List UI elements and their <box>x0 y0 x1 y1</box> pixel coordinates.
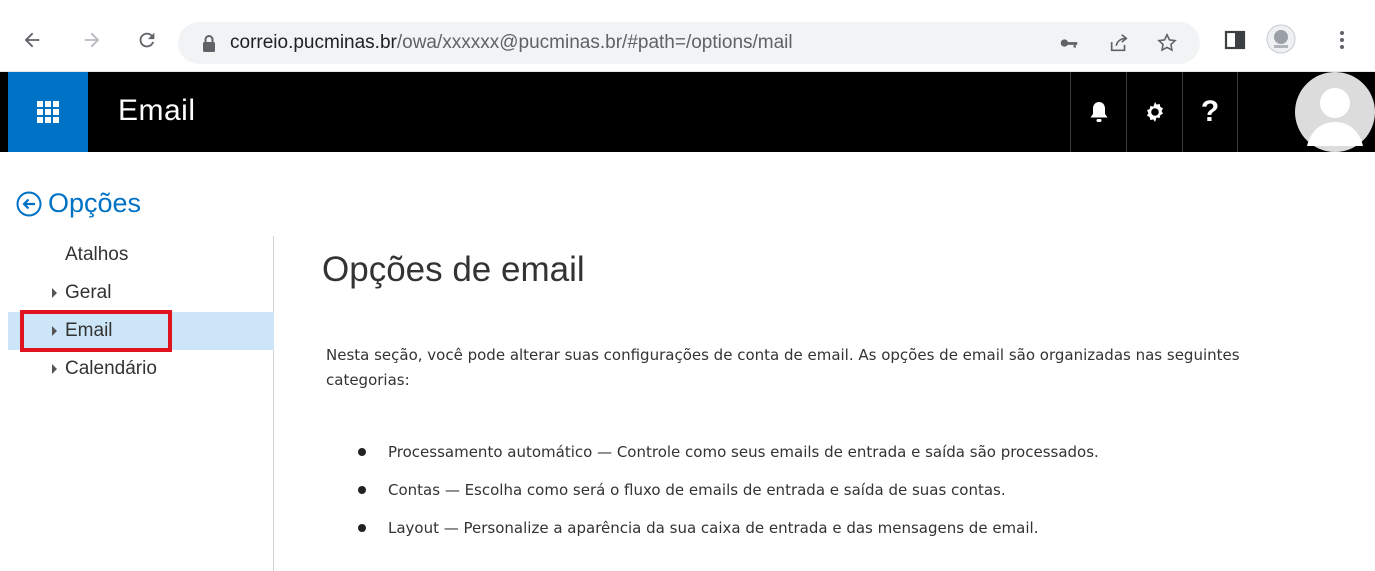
settings-button[interactable] <box>1126 72 1182 152</box>
category-list: Processamento automático — Controle como… <box>358 440 1099 554</box>
url-host: correio.pucminas.br <box>230 32 397 53</box>
avatar-icon <box>1295 72 1375 152</box>
bell-icon <box>1090 102 1107 122</box>
intro-text: Nesta seção, você pode alterar suas conf… <box>326 346 1240 389</box>
sidebar-item-calendario[interactable]: Calendário <box>8 350 274 388</box>
help-button[interactable]: ? <box>1182 72 1238 152</box>
address-bar[interactable]: correio.pucminas.br/owa/xxxxxx@pucminas.… <box>178 22 1200 64</box>
bookmark-star-icon[interactable] <box>1156 32 1178 54</box>
app-header: Email ? <box>0 72 1375 152</box>
list-item: Contas — Escolha como será o fluxo de em… <box>358 478 1099 516</box>
app-launcher-button[interactable] <box>8 72 88 152</box>
list-item-text: Contas — Escolha como será o fluxo de em… <box>388 481 1006 499</box>
back-arrow-icon[interactable] <box>18 26 46 54</box>
bullet-icon <box>358 448 366 456</box>
expand-arrow-icon <box>52 364 57 374</box>
list-item: Processamento automático — Controle como… <box>358 440 1099 478</box>
list-item-text: Processamento automático — Controle como… <box>388 443 1099 461</box>
back-circle-icon <box>16 191 42 216</box>
help-icon: ? <box>1200 95 1220 128</box>
url-rest: @pucminas.br/#path=/options/mail <box>499 32 793 53</box>
lock-icon[interactable] <box>200 33 218 53</box>
profile-icon[interactable] <box>1266 24 1296 54</box>
more-menu-icon[interactable] <box>1330 28 1354 52</box>
share-icon[interactable] <box>1108 32 1130 54</box>
list-item-text: Layout — Personalize a aparência da sua … <box>388 519 1039 537</box>
waffle-icon <box>37 101 59 123</box>
sidebar-item-label: Atalhos <box>65 244 129 265</box>
expand-arrow-icon <box>52 288 57 298</box>
back-to-options-link[interactable]: Opções <box>16 188 141 219</box>
url-user: xxxxxx <box>442 32 500 53</box>
page-title: Opções de email <box>322 250 585 289</box>
browser-toolbar: correio.pucminas.br/owa/xxxxxx@pucminas.… <box>0 0 1375 72</box>
forward-arrow-icon[interactable] <box>78 26 106 54</box>
gear-icon <box>1146 102 1163 122</box>
bullet-icon <box>358 524 366 532</box>
url-path: /owa/ <box>396 32 443 53</box>
bullet-icon <box>358 486 366 494</box>
sidebar-item-atalhos[interactable]: Atalhos <box>8 236 274 274</box>
key-icon[interactable] <box>1058 32 1080 54</box>
side-panel-icon[interactable] <box>1223 28 1247 52</box>
reload-icon[interactable] <box>133 26 161 54</box>
user-avatar[interactable] <box>1295 72 1375 152</box>
sidebar-item-label: Calendário <box>65 358 157 379</box>
annotation-highlight <box>20 310 172 352</box>
notifications-button[interactable] <box>1070 72 1126 152</box>
app-title: Email <box>118 94 196 127</box>
sidebar-item-geral[interactable]: Geral <box>8 274 274 312</box>
url-text[interactable]: correio.pucminas.br/owa/xxxxxx@pucminas.… <box>230 32 793 54</box>
list-item: Layout — Personalize a aparência da sua … <box>358 516 1099 554</box>
options-title: Opções <box>48 188 142 218</box>
sidebar-item-label: Geral <box>65 282 112 303</box>
